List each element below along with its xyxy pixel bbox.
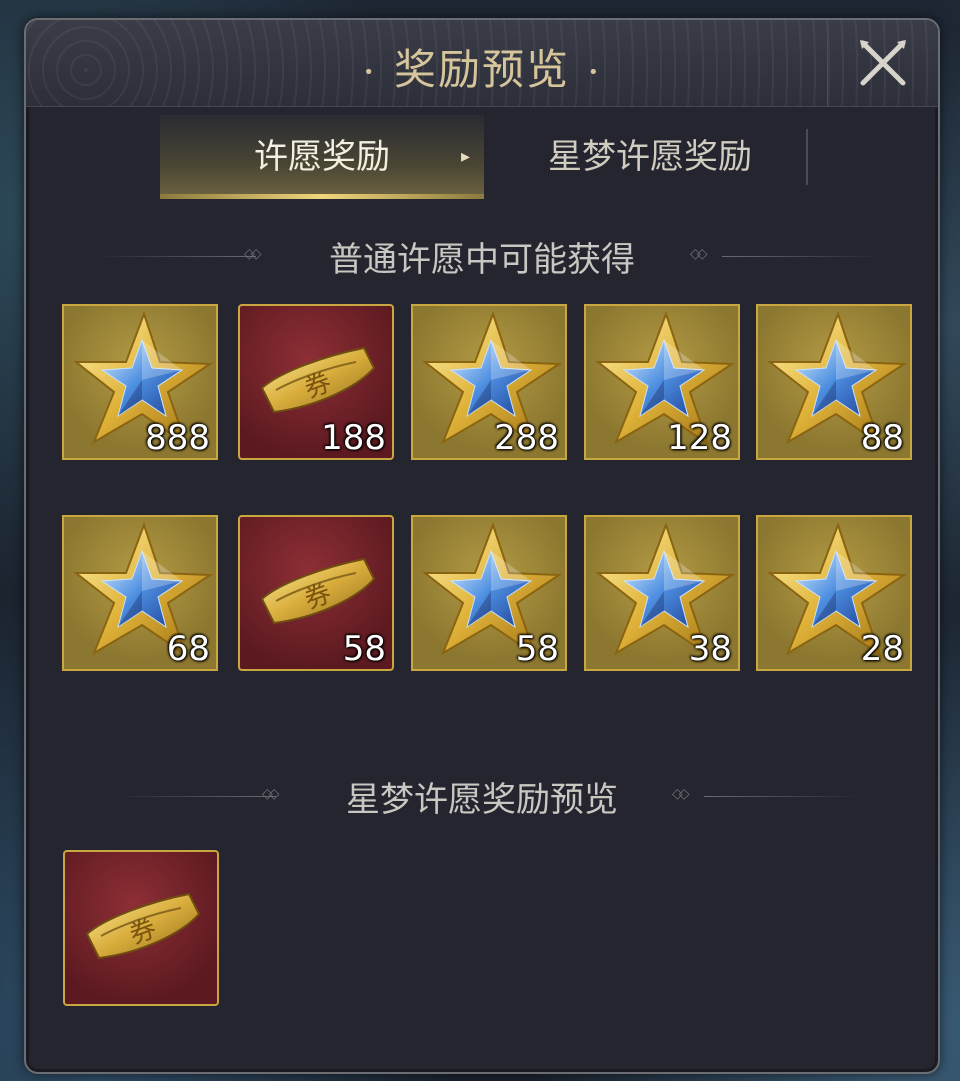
diamond-ornament-right: ◇◇	[690, 246, 707, 262]
tab-star-dream-rewards[interactable]: 星梦许愿奖励	[500, 115, 800, 199]
normal-reward-item[interactable]: 888	[62, 304, 218, 460]
item-quantity: 38	[688, 629, 732, 669]
item-quantity: 188	[321, 418, 386, 458]
item-quantity: 58	[515, 629, 559, 669]
dialog-header: • 奖励预览 •	[26, 20, 938, 107]
diamond-ornament-right-2: ◇◇	[672, 786, 689, 802]
item-quantity: 28	[860, 629, 904, 669]
close-icon	[860, 40, 906, 86]
tab-star-dream-rewards-label: 星梦许愿奖励	[548, 137, 752, 177]
normal-reward-item[interactable]: 88	[756, 304, 912, 460]
item-quantity: 58	[342, 629, 386, 669]
section-divider-right-2	[704, 796, 864, 797]
item-quantity: 288	[494, 418, 559, 458]
close-button[interactable]	[827, 20, 938, 106]
normal-reward-item[interactable]: 128	[584, 304, 740, 460]
normal-reward-item[interactable]: 68	[62, 515, 218, 671]
reward-preview-dialog: • 奖励预览 • 许愿奖励 ▸ 星梦许愿奖励 ◇◇ 普通许愿中可能获得 ◇◇ ◇◇ …	[24, 18, 940, 1074]
section-divider-right	[722, 256, 882, 257]
normal-reward-item[interactable]: 288	[411, 304, 567, 460]
tab-bar: 许愿奖励 ▸ 星梦许愿奖励	[160, 115, 810, 199]
normal-reward-item[interactable]: 38	[584, 515, 740, 671]
normal-reward-item[interactable]: 券 188	[238, 304, 394, 460]
item-quantity: 88	[860, 418, 904, 458]
item-quantity: 888	[145, 418, 210, 458]
item-quantity: 128	[667, 418, 732, 458]
star-dream-reward-item[interactable]: 券	[63, 850, 219, 1006]
ticket-icon: 券	[85, 892, 201, 960]
tab-divider	[806, 129, 808, 185]
normal-reward-item[interactable]: 28	[756, 515, 912, 671]
tab-wish-rewards-label: 许愿奖励	[254, 137, 390, 177]
title-dot-right: •	[588, 62, 601, 83]
dialog-title: • 奖励预览 •	[26, 36, 938, 97]
item-quantity: 68	[166, 629, 210, 669]
normal-reward-item[interactable]: 券 58	[238, 515, 394, 671]
normal-reward-item[interactable]: 58	[411, 515, 567, 671]
dialog-title-text: 奖励预览	[393, 45, 570, 94]
tab-wish-rewards[interactable]: 许愿奖励 ▸	[160, 115, 484, 199]
title-dot-left: •	[363, 62, 376, 83]
tab-arrow-icon: ▸	[460, 146, 470, 167]
